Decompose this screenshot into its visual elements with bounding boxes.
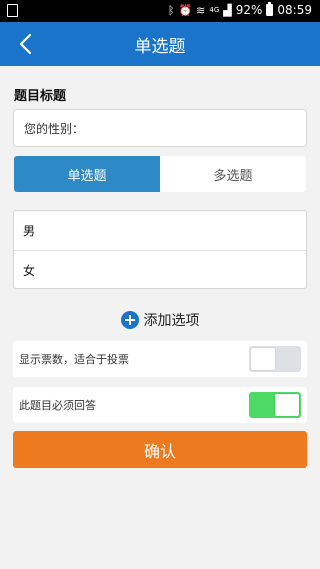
toggle-knob — [251, 348, 275, 370]
question-title-input[interactable]: 您的性别： — [13, 109, 307, 147]
status-icons: ᛒ ⏰ ≋ 4G ▟ 92% 08:59 — [167, 2, 312, 17]
question-type-tabs: 单选题 多选题 — [14, 156, 306, 192]
question-title-label: 题目标题 — [14, 89, 67, 104]
required-toggle[interactable] — [249, 392, 301, 418]
setting-required: 此题目必须回答 — [13, 387, 307, 423]
add-option-button[interactable]: 添加选项 — [0, 308, 320, 332]
clock: 08:59 — [277, 3, 312, 17]
back-button[interactable] — [8, 27, 42, 61]
app-bar: 单选题 — [0, 22, 320, 66]
setting-required-label: 此题目必须回答 — [19, 399, 96, 412]
status-bar: ᛒ ⏰ ≋ 4G ▟ 92% 08:59 — [0, 0, 320, 22]
options-list: 男 女 — [13, 210, 307, 289]
page-title: 单选题 — [134, 36, 186, 57]
battery-percent: 92% — [235, 3, 263, 17]
confirm-button[interactable]: 确认 — [13, 431, 307, 468]
add-icon — [120, 311, 139, 329]
tab-multiple-choice[interactable]: 多选题 — [160, 156, 306, 192]
toggle-knob — [275, 394, 299, 416]
wifi-icon: ≋ — [196, 3, 206, 17]
alarm-icon: ⏰ — [178, 3, 193, 17]
setting-show-votes-label: 显示票数，适合于投票 — [19, 353, 129, 366]
battery-icon — [266, 2, 274, 16]
back-arrow-icon — [19, 33, 32, 55]
add-option-label: 添加选项 — [143, 313, 200, 329]
setting-show-votes: 显示票数，适合于投票 — [13, 341, 307, 377]
option-item[interactable]: 女 — [14, 250, 306, 289]
option-item[interactable]: 男 — [14, 211, 306, 250]
show-votes-toggle[interactable] — [249, 346, 301, 372]
bluetooth-icon: ᛒ — [167, 3, 175, 17]
network-type: 4G — [209, 6, 220, 14]
notification-icon — [7, 4, 18, 17]
tab-single-choice[interactable]: 单选题 — [14, 156, 160, 192]
signal-icon: ▟ — [223, 3, 232, 17]
